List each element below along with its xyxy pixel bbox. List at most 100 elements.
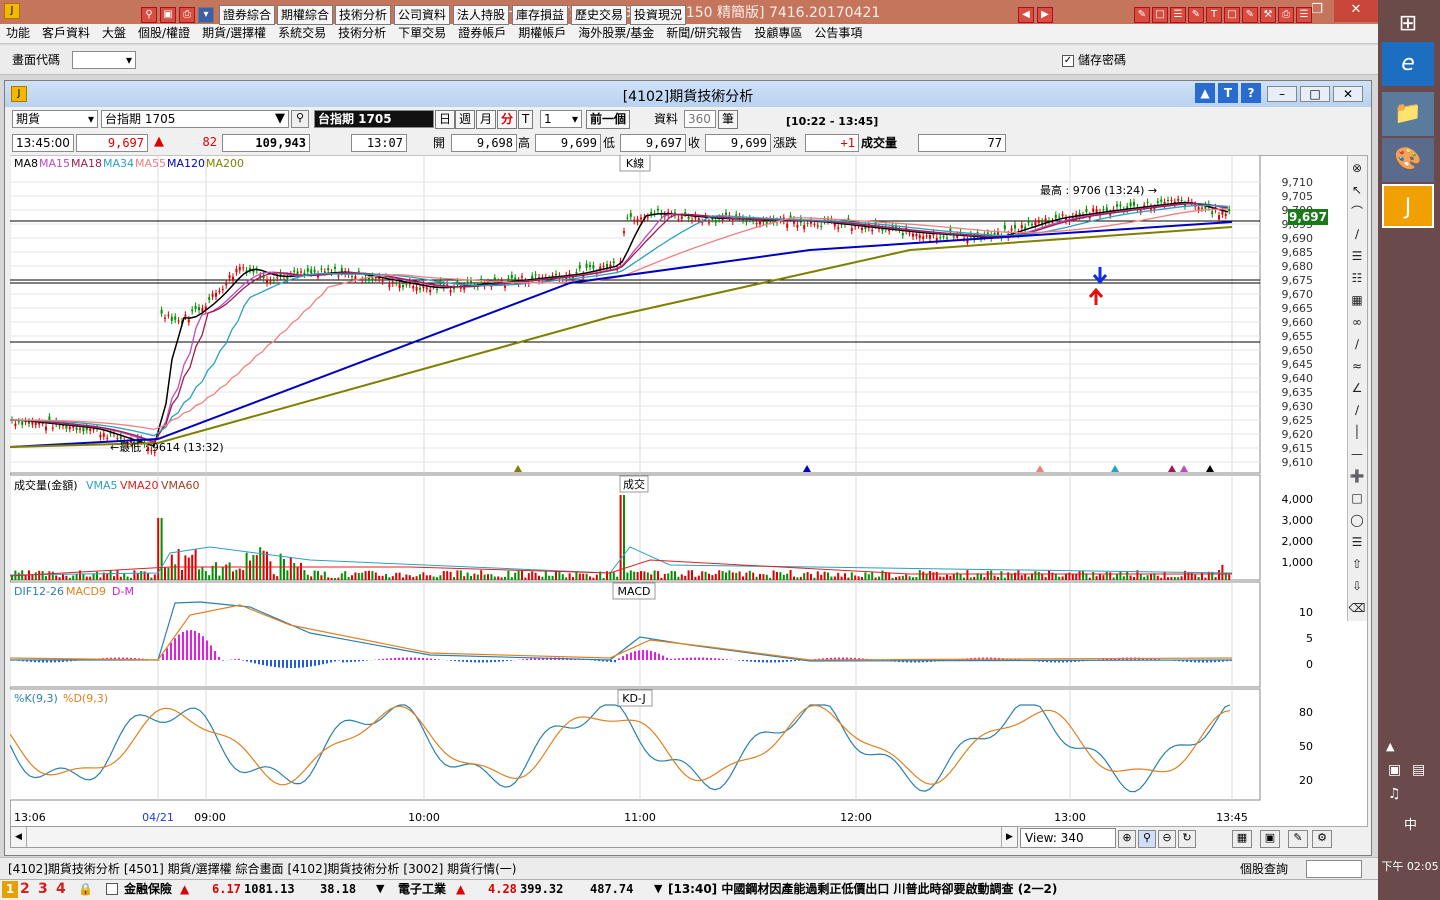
rectangle-tool-icon[interactable]: □ bbox=[1347, 488, 1367, 508]
tick-button[interactable]: T bbox=[518, 110, 534, 129]
arrow-up-tool-icon[interactable]: ⇧ bbox=[1347, 554, 1367, 574]
page-3-button[interactable]: 3 bbox=[38, 880, 48, 899]
search-icon[interactable]: ⚲ bbox=[141, 7, 157, 23]
securities-overview-button[interactable]: 證券綜合 bbox=[219, 5, 276, 25]
interval-select[interactable]: 1 ▾ bbox=[540, 110, 582, 128]
child-minimize-button[interactable]: – bbox=[1267, 86, 1297, 102]
clock[interactable]: 下午 02:05 bbox=[1380, 858, 1440, 874]
scroll-right-icon[interactable]: ▶ bbox=[1001, 827, 1017, 847]
previous-button[interactable]: 前一個 bbox=[586, 110, 631, 129]
pen-icon[interactable]: ✎ bbox=[1134, 7, 1150, 23]
menu-item[interactable]: 海外股票/基金 bbox=[578, 26, 654, 40]
menu-item[interactable]: 新聞/研究報告 bbox=[666, 26, 742, 40]
bars-tool-icon[interactable]: ☰ bbox=[1347, 532, 1367, 552]
tool-icon[interactable]: ✎ bbox=[1188, 7, 1204, 23]
menu-item[interactable]: 客戶資料 bbox=[42, 26, 90, 40]
settings-icon[interactable]: ⚙ bbox=[1312, 830, 1332, 848]
company-info-button[interactable]: 公司資料 bbox=[394, 5, 451, 25]
text-icon[interactable]: T bbox=[1218, 83, 1238, 103]
forward-icon[interactable]: ▶ bbox=[1037, 7, 1053, 23]
screen-code-select[interactable]: ▾ bbox=[72, 51, 136, 69]
tool-icon[interactable]: ☰ bbox=[1296, 7, 1312, 23]
windows-start-icon[interactable]: ⊞ bbox=[1382, 2, 1434, 46]
dropdown-icon[interactable]: ▾ bbox=[198, 7, 214, 23]
network-icon[interactable]: ▤ bbox=[1412, 762, 1425, 778]
page-4-button[interactable]: 4 bbox=[56, 880, 66, 899]
menu-item[interactable]: 期權帳戶 bbox=[518, 26, 566, 40]
dropdown-icon[interactable]: ▼ bbox=[376, 882, 384, 895]
product-type-select[interactable]: 期貨 ▾ bbox=[12, 110, 98, 128]
pattern-tool-icon[interactable]: ▦ bbox=[1347, 290, 1367, 310]
tab-4501[interactable]: [4501] 期貨/選擇權 綜合畫面 bbox=[124, 862, 284, 876]
menu-item[interactable]: 證券帳戶 bbox=[458, 26, 506, 40]
zoom-fit-icon[interactable]: ⚲ bbox=[1138, 830, 1156, 848]
ray-tool-icon[interactable]: ∕ bbox=[1347, 400, 1367, 420]
volume-icon[interactable]: ♫ bbox=[1388, 786, 1401, 802]
menu-item[interactable]: 投顧專區 bbox=[754, 26, 802, 40]
fan-tool-icon[interactable]: ∞ bbox=[1347, 312, 1367, 332]
unit-button[interactable]: 筆 bbox=[718, 110, 739, 129]
line-tool-icon[interactable]: ∕ bbox=[1347, 334, 1367, 354]
fibonacci-tool-icon[interactable]: ☰ bbox=[1347, 246, 1367, 266]
pointer-tool-icon[interactable]: ↖ bbox=[1347, 180, 1367, 200]
futures-overview-button[interactable]: 期權綜合 bbox=[277, 5, 334, 25]
page-2-button[interactable]: 2 bbox=[20, 880, 30, 899]
weekly-button[interactable]: 週 bbox=[455, 110, 476, 129]
save-password-checkbox[interactable]: ✓ bbox=[1062, 55, 1074, 67]
lock-icon[interactable]: 🔒 bbox=[78, 882, 93, 896]
scroll-left-icon[interactable]: ◀ bbox=[11, 827, 27, 847]
stock-query-input[interactable] bbox=[1306, 860, 1362, 878]
search-icon[interactable]: ⚲ bbox=[291, 110, 309, 128]
cancel-tool-icon[interactable]: ⊗ bbox=[1347, 158, 1367, 178]
print-icon[interactable]: ⎙ bbox=[179, 7, 195, 23]
view-count-input[interactable]: View: 340 bbox=[1020, 828, 1116, 848]
daily-button[interactable]: 日 bbox=[435, 110, 456, 129]
technical-analysis-button[interactable]: 技術分析 bbox=[335, 5, 392, 25]
history-trade-button[interactable]: 歷史交易 bbox=[571, 5, 628, 25]
ellipse-tool-icon[interactable]: ◯ bbox=[1347, 510, 1367, 530]
horizontal-line-icon[interactable]: — bbox=[1347, 444, 1367, 464]
menu-item[interactable]: 功能 bbox=[6, 26, 30, 40]
investment-status-button[interactable]: 投資現況 bbox=[630, 5, 687, 25]
pen-icon[interactable]: ✎ bbox=[1288, 830, 1308, 848]
vertical-line-icon[interactable]: │ bbox=[1347, 422, 1367, 442]
window-icon[interactable]: ▣ bbox=[1260, 830, 1280, 848]
arrow-down-tool-icon[interactable]: ⇩ bbox=[1347, 576, 1367, 596]
menu-item[interactable]: 下單交易 bbox=[398, 26, 446, 40]
text-tool-icon[interactable]: T bbox=[1206, 7, 1222, 23]
minute-button[interactable]: 分 bbox=[497, 110, 518, 129]
dropdown-icon[interactable]: ▼ bbox=[654, 882, 662, 895]
close-button[interactable]: ✕ bbox=[1334, 0, 1378, 22]
up-icon[interactable]: ▲ bbox=[1195, 83, 1215, 103]
technical-chart[interactable]: 9,7109,7059,7009,6959,6909,6859,6809,675… bbox=[10, 155, 1347, 825]
tool-icon[interactable]: ✎ bbox=[1242, 7, 1258, 23]
tool-icon[interactable]: □ bbox=[1152, 7, 1168, 23]
arc-tool-icon[interactable]: ⌒ bbox=[1347, 202, 1367, 222]
file-explorer-icon[interactable]: 📁 bbox=[1382, 92, 1434, 136]
tool-icon[interactable]: ☰ bbox=[1170, 7, 1186, 23]
menu-item[interactable]: 公告事項 bbox=[814, 26, 862, 40]
menu-item[interactable]: 個股/權證 bbox=[138, 26, 190, 40]
child-maximize-button[interactable]: □ bbox=[1300, 86, 1330, 102]
channel-tool-icon[interactable]: ∕ bbox=[1347, 224, 1367, 244]
tray-icon[interactable]: ▣ bbox=[1388, 762, 1401, 778]
window-icon[interactable]: ▣ bbox=[160, 7, 176, 23]
tray-expand-icon[interactable]: ▲ bbox=[1386, 740, 1394, 753]
tool-icon[interactable]: ⚒ bbox=[1260, 7, 1276, 23]
speed-line-icon[interactable]: ≈ bbox=[1347, 356, 1367, 376]
contract-select[interactable]: 台指期 1705 ▼ bbox=[101, 110, 289, 128]
back-icon[interactable]: ◀ bbox=[1018, 7, 1034, 23]
refresh-icon[interactable]: ↻ bbox=[1178, 830, 1196, 848]
data-count-input[interactable]: 360 bbox=[684, 110, 716, 128]
menu-item[interactable]: 大盤 bbox=[102, 26, 126, 40]
status-checkbox[interactable] bbox=[106, 883, 118, 895]
eraser-tool-icon[interactable]: ⌫ bbox=[1347, 598, 1367, 618]
tool-icon[interactable]: □ bbox=[1224, 7, 1240, 23]
menu-item[interactable]: 技術分析 bbox=[338, 26, 386, 40]
angle-tool-icon[interactable]: ∠ bbox=[1347, 378, 1367, 398]
tab-4102[interactable]: [4102]期貨技術分析 bbox=[8, 862, 120, 876]
ie-browser-icon[interactable]: e bbox=[1382, 42, 1434, 86]
paint-icon[interactable]: 🎨 bbox=[1382, 138, 1434, 182]
child-close-button[interactable]: ✕ bbox=[1333, 86, 1363, 102]
tab-4102-b[interactable]: [4102]期貨技術分析 bbox=[287, 862, 399, 876]
